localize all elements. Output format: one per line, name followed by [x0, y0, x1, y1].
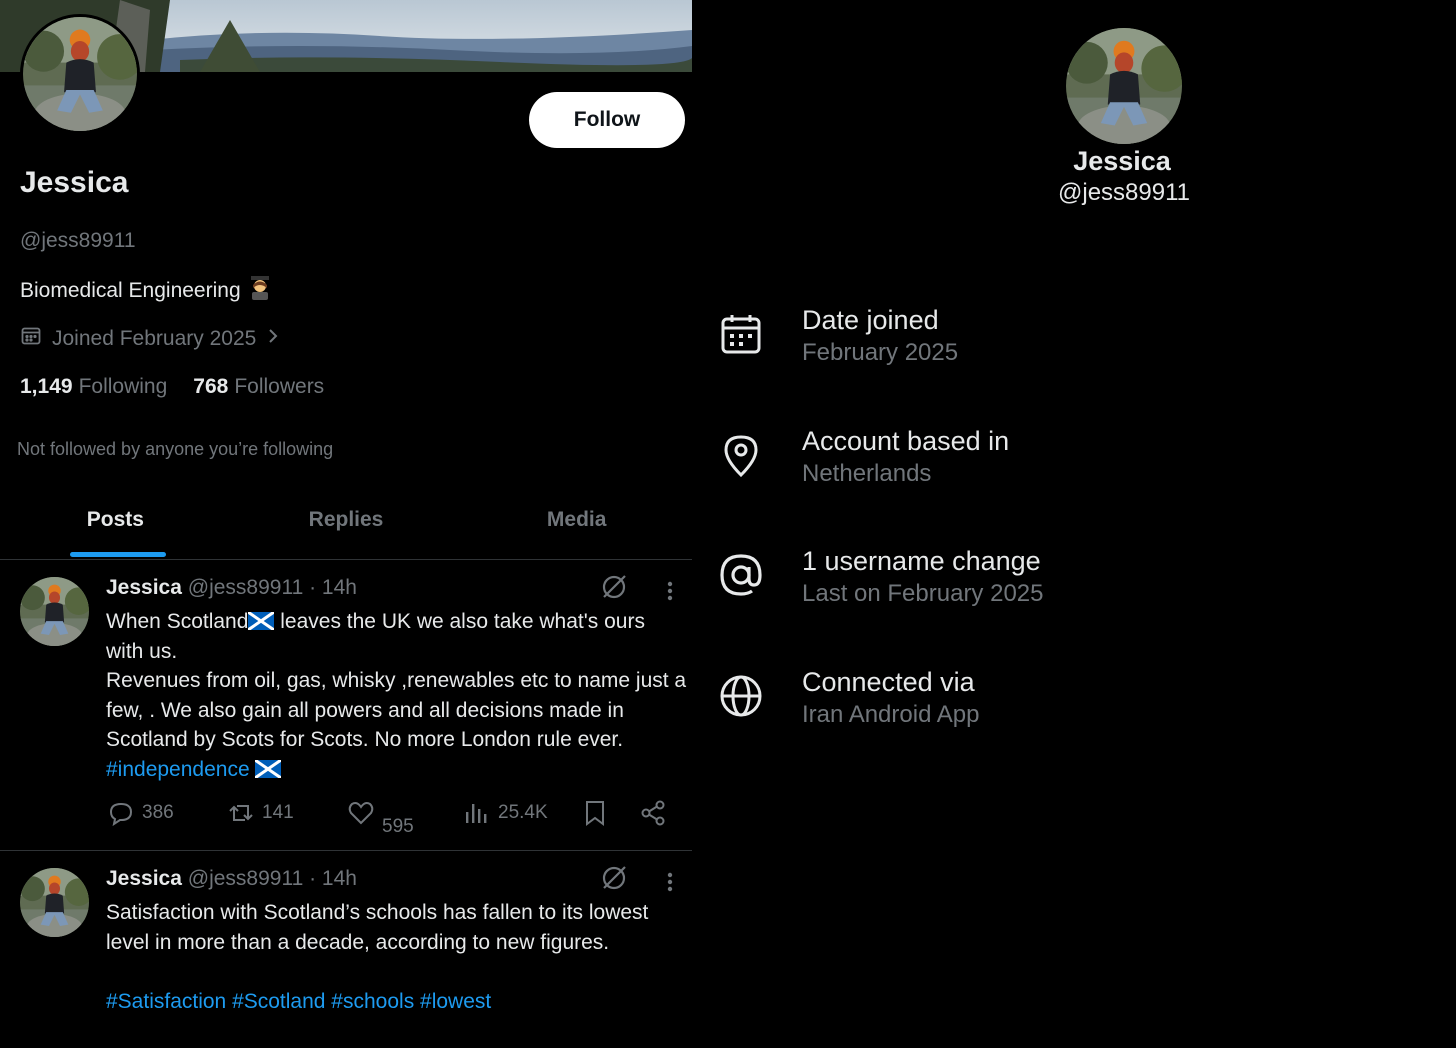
bookmark-icon [586, 801, 604, 826]
reply-icon [109, 802, 133, 827]
followers-count: 768 [193, 375, 229, 398]
calendar-icon [718, 311, 764, 357]
about-name: Jessica [1073, 146, 1171, 176]
post-avatar[interactable] [20, 577, 89, 646]
analytics-icon [466, 804, 487, 823]
scotland-flag-icon [254, 758, 283, 781]
post-text-part: Satisfaction with Scotland’s schools has… [106, 901, 649, 954]
repost-icon [229, 805, 253, 821]
post-header: Jessica @jess89911 · 14h [106, 867, 357, 891]
more-options-icon[interactable] [660, 576, 680, 604]
calendar-icon [20, 325, 42, 353]
post-text-part: When Scotland [106, 610, 249, 633]
info-row-username-change: 1 username change Last on February 2025 [706, 546, 1456, 616]
profile-tabs: Posts Replies Media [0, 488, 692, 560]
post-text: When Scotland leaves the UK we also take… [106, 607, 688, 784]
about-account-panel: Jessica @jess89911 Date joined February … [706, 0, 1456, 1048]
views-button[interactable]: 25.4K [462, 798, 548, 828]
post-text-part: Revenues from oil, gas, whisky ,renewabl… [106, 669, 687, 751]
tab-posts[interactable]: Posts [0, 488, 231, 559]
info-title: Connected via [802, 667, 975, 697]
post-author-name[interactable]: Jessica [106, 867, 182, 890]
info-title: Date joined [802, 305, 939, 335]
like-button[interactable]: 595 [346, 798, 414, 837]
following-count: 1,149 [20, 375, 73, 398]
share-button[interactable] [638, 798, 668, 828]
more-options-icon[interactable] [660, 867, 680, 895]
globe-icon [718, 673, 764, 719]
info-row-date-joined: Date joined February 2025 [706, 305, 1456, 375]
about-avatar [1066, 28, 1182, 144]
followers-label: Followers [234, 375, 325, 398]
following-label: Following [78, 375, 168, 398]
info-row-account-location: Account based in Netherlands [706, 426, 1456, 496]
profile-avatar[interactable] [20, 14, 140, 134]
joined-text: Joined February 2025 [52, 327, 257, 350]
student-emoji-icon [249, 276, 271, 306]
post-avatar[interactable] [20, 868, 89, 937]
profile-handle: @jess89911 [20, 229, 136, 252]
hashtag-links[interactable]: #Satisfaction #Scotland #schools #lowest [106, 990, 491, 1013]
profile-joined[interactable]: Joined February 2025 [20, 325, 280, 353]
info-title: 1 username change [802, 546, 1041, 576]
post-time[interactable]: · 14h [309, 576, 357, 599]
like-count: 595 [382, 816, 414, 837]
repost-count: 141 [262, 802, 294, 823]
info-title: Account based in [802, 426, 1010, 456]
reply-button[interactable]: 386 [106, 798, 174, 828]
profile-stats: 1,149 Following 768 Followers [20, 375, 324, 399]
followers-link[interactable]: 768 Followers [193, 375, 324, 399]
post-item[interactable]: Jessica @jess89911 · 14h When Scotland l… [0, 560, 692, 850]
chevron-right-icon [266, 326, 280, 352]
bio-text: Biomedical Engineering [20, 279, 241, 302]
hashtag-link[interactable]: #independence [106, 758, 250, 781]
profile-panel: Follow Jessica @jess89911 Biomedical Eng… [0, 0, 692, 1048]
not-followed-notice: Not followed by anyone you’re following [17, 439, 334, 459]
post-time[interactable]: · 14h [309, 867, 357, 890]
grok-icon[interactable] [600, 864, 628, 892]
active-tab-indicator [70, 552, 166, 557]
post-item[interactable]: Jessica @jess89911 · 14h Satisfaction wi… [0, 851, 692, 1048]
at-sign-icon [718, 552, 764, 598]
repost-button[interactable]: 141 [226, 798, 294, 828]
post-header: Jessica @jess89911 · 14h [106, 576, 357, 600]
following-link[interactable]: 1,149 Following [20, 375, 167, 399]
info-value: February 2025 [802, 339, 959, 366]
location-pin-icon [718, 432, 764, 478]
about-handle: @jess89911 [1058, 179, 1190, 206]
post-author-handle[interactable]: @jess89911 [188, 576, 304, 599]
info-row-connected-via: Connected via Iran Android App [706, 667, 1456, 737]
share-icon [641, 800, 665, 826]
post-author-name[interactable]: Jessica [106, 576, 182, 599]
grok-icon[interactable] [600, 573, 628, 601]
tab-replies[interactable]: Replies [231, 488, 462, 559]
views-count: 25.4K [498, 802, 548, 823]
bookmark-button[interactable] [580, 798, 610, 828]
scotland-flag-icon [247, 610, 276, 633]
post-text: Satisfaction with Scotland’s schools has… [106, 898, 688, 1016]
info-value: Netherlands [802, 460, 932, 487]
info-value: Last on February 2025 [802, 580, 1044, 607]
post-actions: 386 141 595 25.4K [106, 798, 686, 838]
heart-icon [348, 802, 374, 825]
info-value: Iran Android App [802, 701, 980, 728]
post-author-handle[interactable]: @jess89911 [188, 867, 304, 890]
follow-button[interactable]: Follow [529, 92, 685, 148]
profile-name: Jessica [20, 166, 129, 199]
reply-count: 386 [142, 802, 174, 823]
tab-media[interactable]: Media [461, 488, 692, 559]
profile-bio: Biomedical Engineering [20, 276, 271, 306]
